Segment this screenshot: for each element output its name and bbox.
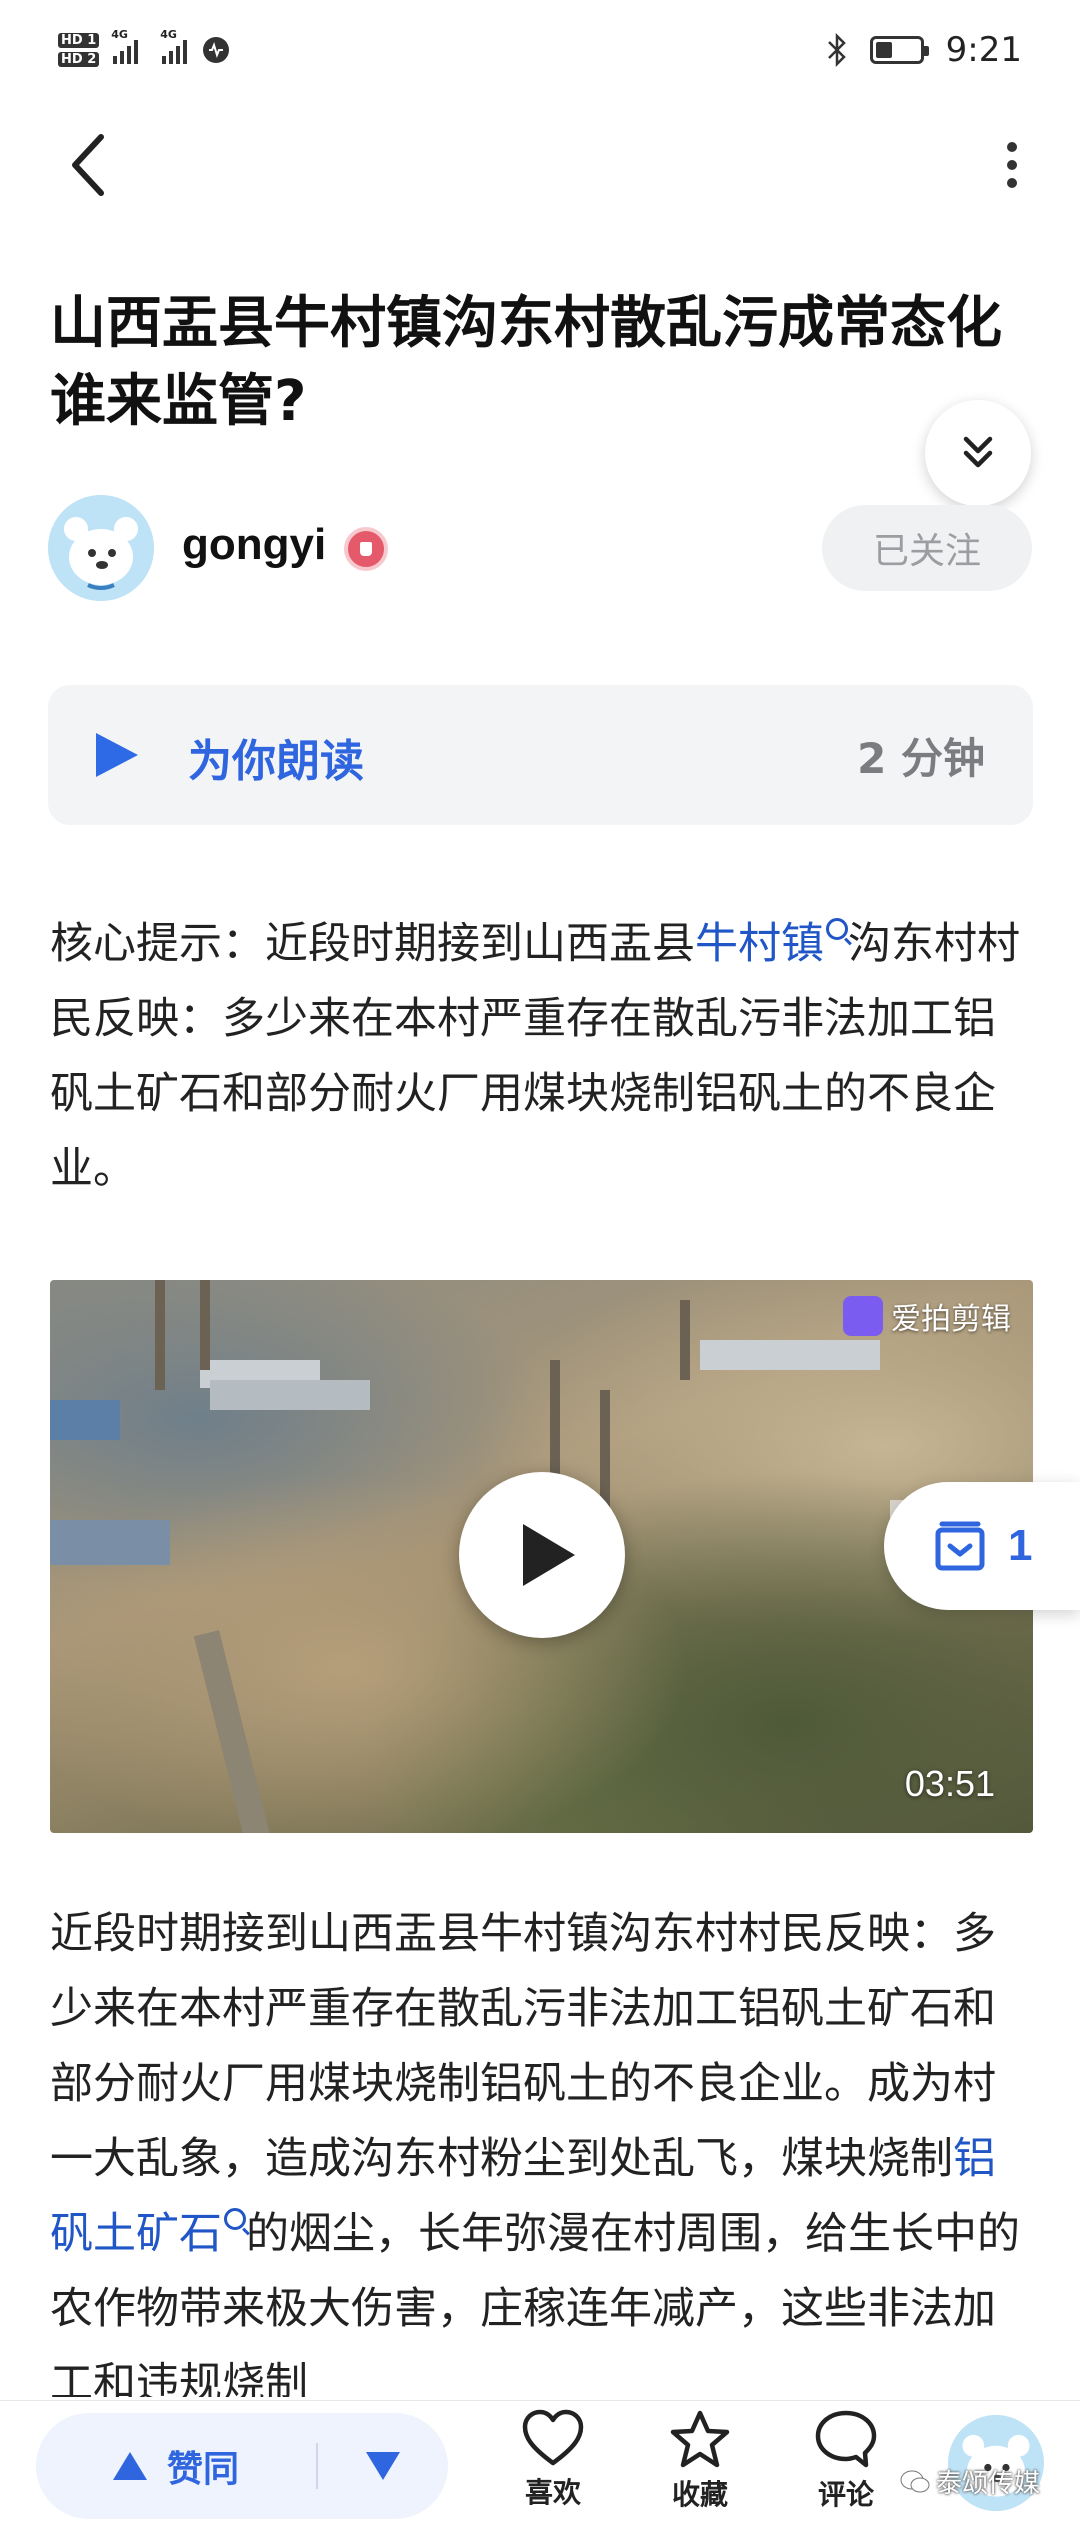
paragraph-text: 核心提示：近段时期接到山西盂县	[50, 919, 695, 969]
video-watermark-text: 爱拍剪辑	[891, 1302, 1011, 1337]
watermark: 泰颂传媒	[900, 2463, 1040, 2500]
thumbs-up-badge-icon	[344, 527, 388, 571]
data-activity-icon	[203, 37, 230, 63]
sim2-badge: HD 2	[58, 52, 100, 67]
watermark-text: 泰颂传媒	[936, 2469, 1041, 2499]
comment-label: 评论	[817, 2478, 874, 2511]
upvote-button[interactable]: 赞同	[36, 2413, 316, 2519]
status-left: HD 1 HD 2 4G 4G	[58, 28, 231, 67]
more-vertical-icon	[1007, 142, 1017, 152]
comment-bubble-icon	[815, 2410, 877, 2468]
comment-button[interactable]: 评论	[786, 2409, 906, 2529]
sim-indicators: HD 1 HD 2	[58, 33, 100, 67]
upvote-label: 赞同	[166, 2449, 239, 2490]
chimney	[155, 1280, 165, 1390]
bottom-action-bar: 赞同 喜欢 收藏 评论 泰颂传媒	[0, 2400, 1080, 2536]
signal-2-icon: 4G	[160, 28, 188, 64]
video-play-button[interactable]	[459, 1472, 625, 1638]
network-2-label: 4G	[160, 28, 177, 41]
search-icon	[224, 2208, 246, 2230]
building-roof	[700, 1340, 880, 1370]
inbox-icon	[935, 1521, 985, 1571]
sim1-badge: HD 1	[58, 33, 100, 48]
link-text: 牛村镇	[695, 919, 824, 969]
downvote-button[interactable]	[318, 2413, 448, 2519]
author-avatar[interactable]	[48, 495, 154, 601]
sim1-label: HD 1	[58, 33, 100, 48]
building-roof	[210, 1380, 370, 1410]
triangle-down-icon	[366, 2452, 400, 2480]
building-roof	[50, 1520, 170, 1565]
back-button[interactable]	[52, 130, 122, 200]
play-icon	[96, 733, 138, 777]
floating-count: 1	[1008, 1521, 1033, 1570]
article-title: 山西盂县牛村镇沟东村散乱污成常态化谁来监管?	[50, 291, 1002, 434]
chimney	[200, 1280, 210, 1370]
follow-button[interactable]: 已关注	[822, 505, 1032, 591]
chimney	[680, 1300, 690, 1380]
chimney	[193, 1630, 273, 1833]
favorite-button[interactable]: 收藏	[640, 2409, 760, 2529]
bluetooth-icon	[827, 33, 846, 67]
author-row: gongyi 已关注	[48, 495, 1033, 603]
search-link-niucun[interactable]: 牛村镇	[695, 918, 848, 969]
heart-icon	[522, 2409, 584, 2466]
video-duration: 03:51	[904, 1763, 995, 1804]
status-bar: HD 1 HD 2 4G 4G 9:21	[0, 0, 1080, 100]
nav-bar	[0, 110, 1080, 220]
vote-pill: 赞同	[36, 2413, 448, 2519]
like-button[interactable]: 喜欢	[493, 2409, 613, 2529]
paragraph-text: 近段时期接到山西盂县牛村镇沟东村村民反映：多少来在本村严重存在散乱污非法加工铝矾…	[50, 1909, 996, 2184]
read-aloud-label: 为你朗读	[188, 736, 364, 787]
floating-inbox-button[interactable]: 1	[884, 1482, 1080, 1610]
chevron-left-icon	[72, 134, 104, 196]
triangle-up-icon	[112, 2452, 147, 2480]
more-options-button[interactable]	[992, 130, 1032, 200]
network-1-label: 4G	[111, 28, 128, 41]
video-watermark: 爱拍剪辑	[843, 1294, 1011, 1338]
author-name[interactable]: gongyi	[182, 520, 326, 570]
like-label: 喜欢	[524, 2476, 581, 2509]
search-icon	[826, 918, 848, 940]
favorite-label: 收藏	[671, 2478, 728, 2511]
clock: 9:21	[945, 30, 1022, 70]
double-chevron-down-icon	[963, 436, 993, 468]
signal-1-icon: 4G	[111, 28, 139, 64]
star-icon	[670, 2410, 730, 2468]
wechat-icon	[900, 2470, 930, 2492]
status-right: 9:21	[826, 30, 1022, 70]
collapse-expand-button[interactable]	[925, 400, 1031, 506]
read-aloud-card[interactable]: 为你朗读 2 分钟	[48, 685, 1033, 825]
bear-mascot-icon	[48, 495, 154, 601]
paragraph-summary: 核心提示：近段时期接到山西盂县牛村镇 沟东村村民反映：多少来在本村严重存在散乱污非…	[50, 907, 1035, 1207]
battery-icon	[869, 36, 929, 64]
scissors-icon	[843, 1296, 883, 1336]
building-roof	[50, 1400, 120, 1440]
paragraph-body: 近段时期接到山西盂县牛村镇沟东村村民反映：多少来在本村严重存在散乱污非法加工铝矾…	[50, 1897, 1035, 2397]
read-aloud-duration: 2 分钟	[857, 734, 985, 783]
sim2-label: HD 2	[58, 52, 100, 67]
